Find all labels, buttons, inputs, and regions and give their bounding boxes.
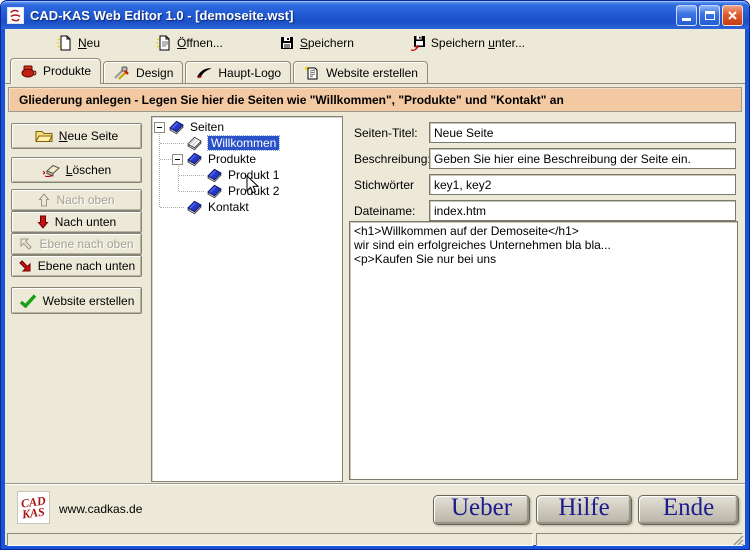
tab-label: Produkte [43,64,91,78]
filename-input[interactable] [429,200,736,221]
build-website-button[interactable]: Website erstellen [11,287,142,314]
move-down-button[interactable]: Nach unten [11,211,142,233]
instruction-banner: Gliederung anlegen - Legen Sie hier die … [8,87,742,112]
app-window: CAD-KAS Web Editor 1.0 - [demoseite.wst]… [0,0,750,550]
check-icon [19,294,37,308]
open-button[interactable]: Öffnen... [156,35,223,51]
save-as-button[interactable]: Speichern unter... [410,35,525,51]
level-down-button[interactable]: Ebene nach unten [11,255,142,277]
logo-pen-icon [195,66,213,80]
level-down-icon [18,259,32,273]
cadkas-logo: CAD KAS [17,491,50,524]
button-label: Nach oben [56,193,114,207]
tab-label: Design [136,66,173,80]
maximize-icon [705,11,715,20]
page-title-input[interactable] [429,122,736,143]
tree-item-willkommen[interactable]: Willkommen [152,135,342,151]
button-label: Speichern unter... [431,36,525,50]
book-icon [186,152,203,167]
button-label: Ebene nach unten [38,259,135,273]
client-area: Neu Öffnen... Speichern [5,29,745,545]
button-label: Ebene nach oben [39,237,133,251]
tab-haupt-logo[interactable]: Haupt-Logo [185,61,291,83]
button-label: Neu [78,36,100,50]
book-icon [206,168,223,183]
exit-button[interactable]: Ende [638,495,739,525]
collapse-icon[interactable] [154,122,165,133]
tab-label: Website erstellen [326,66,418,80]
status-panel-right [536,533,743,546]
keywords-input[interactable] [429,174,736,195]
delete-icon [42,163,60,177]
maximize-button[interactable] [699,5,720,26]
button-label: Speichern [300,36,354,50]
resize-grip[interactable] [732,534,744,546]
button-label: Löschen [66,163,111,177]
tab-website-erstellen[interactable]: Website erstellen [293,61,428,83]
tab-label: Haupt-Logo [218,66,281,80]
minimize-icon [682,18,691,21]
folder-icon [35,129,53,143]
button-label: Öffnen... [177,36,223,50]
save-as-icon [410,35,426,51]
page-tree[interactable]: Seiten Willkommen Produkte [151,116,343,482]
tab-produkte[interactable]: Produkte [10,58,101,84]
tree-item-produkte[interactable]: Produkte [152,151,342,167]
app-icon [7,7,24,24]
book-icon [186,200,203,215]
titlebar[interactable]: CAD-KAS Web Editor 1.0 - [demoseite.wst] [1,1,749,29]
arrow-up-icon [38,193,50,207]
arrow-down-icon [37,215,49,229]
book-icon [168,120,185,135]
button-label: Neue Seite [59,129,118,143]
description-input[interactable] [429,148,736,169]
page-title-label: Seiten-Titel: [354,126,418,140]
open-book-icon [186,136,203,151]
save-icon [279,35,295,51]
tab-design[interactable]: Design [103,61,183,83]
products-icon [20,64,38,78]
collapse-icon[interactable] [172,154,183,165]
toolbar: Neu Öffnen... Speichern [5,29,745,57]
window-title: CAD-KAS Web Editor 1.0 - [demoseite.wst] [30,8,293,23]
tree-item-seiten[interactable]: Seiten [152,119,342,135]
open-document-icon [156,35,172,51]
tree-item-kontakt[interactable]: Kontakt [152,199,342,215]
help-button[interactable]: Hilfe [536,495,632,525]
move-up-button: Nach oben [11,189,142,211]
close-icon [727,10,738,21]
website-icon [303,66,321,80]
mouse-cursor-icon [246,175,259,195]
website-url: www.cadkas.de [59,502,142,516]
divider [5,483,745,485]
new-button[interactable]: Neu [57,35,100,51]
level-up-icon [19,237,33,251]
button-label: Website erstellen [43,294,135,308]
minimize-button[interactable] [676,5,697,26]
status-panel-left [7,533,533,546]
description-label: Beschreibung: [354,152,431,166]
close-button[interactable] [722,5,743,26]
button-label: Nach unten [55,215,116,229]
new-document-icon [57,35,73,51]
keywords-label: Stichwörter [354,178,414,192]
book-icon [206,184,223,199]
page-content-textarea[interactable]: <h1>Willkommen auf der Demoseite</h1> wi… [349,221,738,480]
tab-bar: Produkte Design Haupt-Logo [5,57,745,84]
about-button[interactable]: Ueber [433,495,530,525]
level-up-button: Ebene nach oben [11,233,142,255]
save-button[interactable]: Speichern [279,35,354,51]
filename-label: Dateiname: [354,204,415,218]
new-page-button[interactable]: Neue Seite [11,123,142,149]
delete-button[interactable]: Löschen [11,157,142,183]
design-icon [113,66,131,80]
